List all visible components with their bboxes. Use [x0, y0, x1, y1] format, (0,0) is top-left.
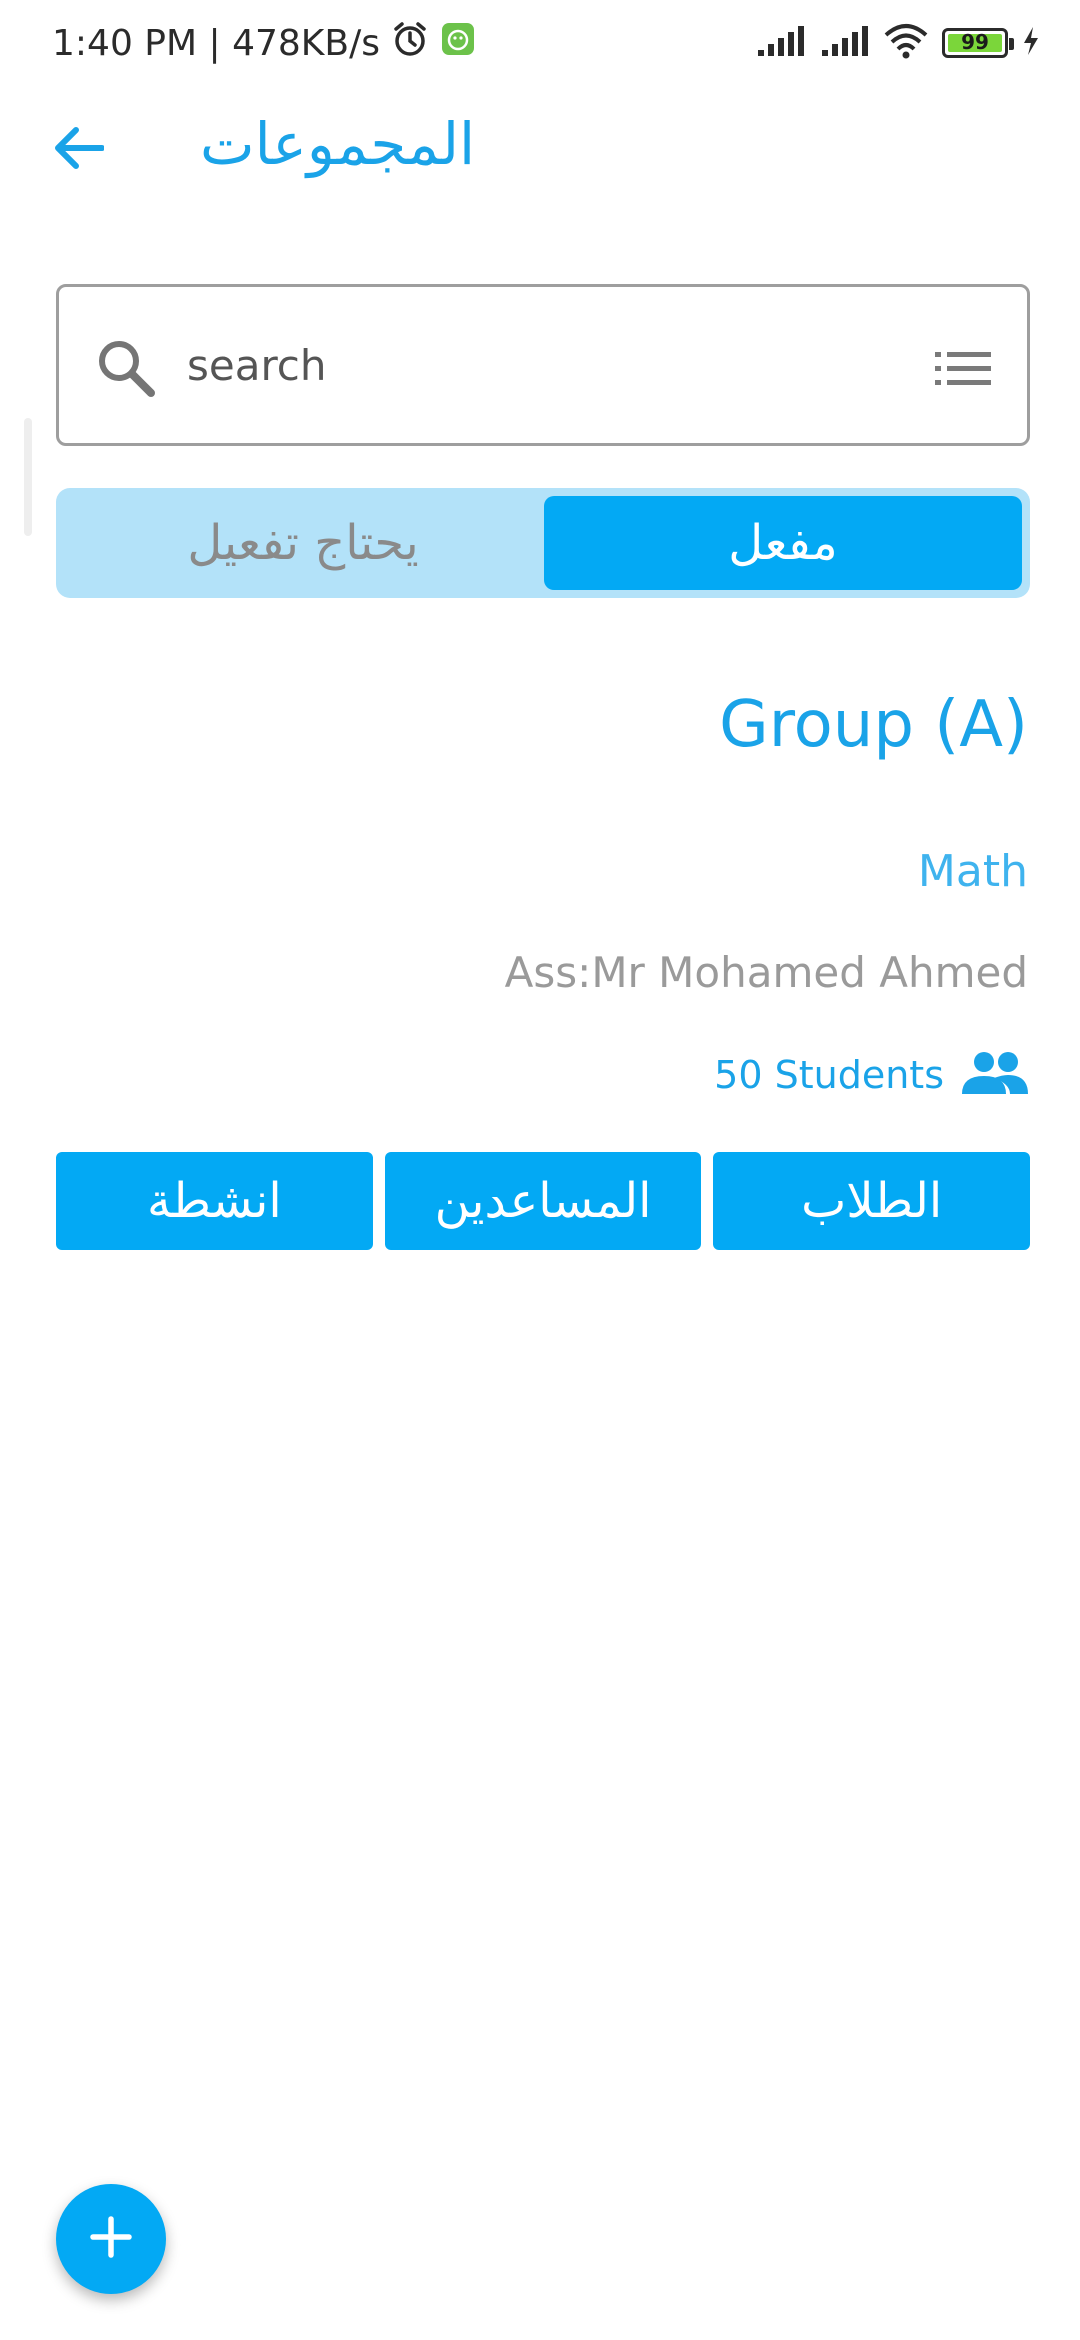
search-input[interactable] — [187, 327, 867, 403]
plus-icon — [89, 2215, 133, 2263]
battery-level: 99 — [961, 30, 989, 54]
search-box[interactable] — [56, 284, 1030, 446]
app-notification-icon — [440, 21, 476, 66]
search-icon — [95, 337, 157, 399]
group-title: Group (A) — [719, 688, 1028, 762]
activities-button[interactable]: انشطة — [56, 1152, 373, 1250]
back-button[interactable] — [48, 122, 108, 178]
assistants-button[interactable]: المساعدين — [384, 1152, 702, 1250]
group-action-buttons: انشطة المساعدين الطلاب — [56, 1152, 1031, 1250]
status-bar: 1:40 PM | 478KB/s 99 — [0, 0, 1080, 88]
tab-activated[interactable]: مفعل — [544, 496, 1022, 590]
scroll-indicator — [24, 418, 32, 536]
people-icon — [962, 1050, 1028, 1100]
alarm-icon — [390, 19, 430, 68]
list-filter-icon[interactable] — [935, 349, 991, 389]
arrow-back-icon — [52, 126, 105, 174]
groups-screen: 1:40 PM | 478KB/s 99 المجموعات search يح… — [0, 0, 1080, 2340]
students-button[interactable]: الطلاب — [713, 1152, 1031, 1250]
tab-needs-activation[interactable]: يحتاج تفعيل — [64, 496, 542, 590]
group-subject: Math — [917, 846, 1028, 897]
wifi-icon — [884, 23, 928, 63]
add-group-button[interactable] — [56, 2184, 166, 2294]
group-assistant: Ass:Mr Mohamed Ahmed — [504, 948, 1028, 997]
signal-icon — [820, 24, 870, 62]
students-count: 50 Students — [714, 1053, 944, 1097]
status-right: 99 — [756, 18, 1040, 68]
app-bar: المجموعات — [0, 100, 1080, 200]
signal-icon — [756, 24, 806, 62]
status-time-speed: 1:40 PM | 478KB/s — [52, 22, 380, 64]
battery-icon: 99 — [942, 28, 1014, 58]
status-left: 1:40 PM | 478KB/s — [52, 18, 476, 68]
charging-icon — [1022, 26, 1040, 60]
status-segmented-control: يحتاج تفعيل مفعل — [56, 488, 1030, 598]
group-students: 50 Students — [714, 1040, 1028, 1110]
page-title: المجموعات — [200, 110, 476, 178]
